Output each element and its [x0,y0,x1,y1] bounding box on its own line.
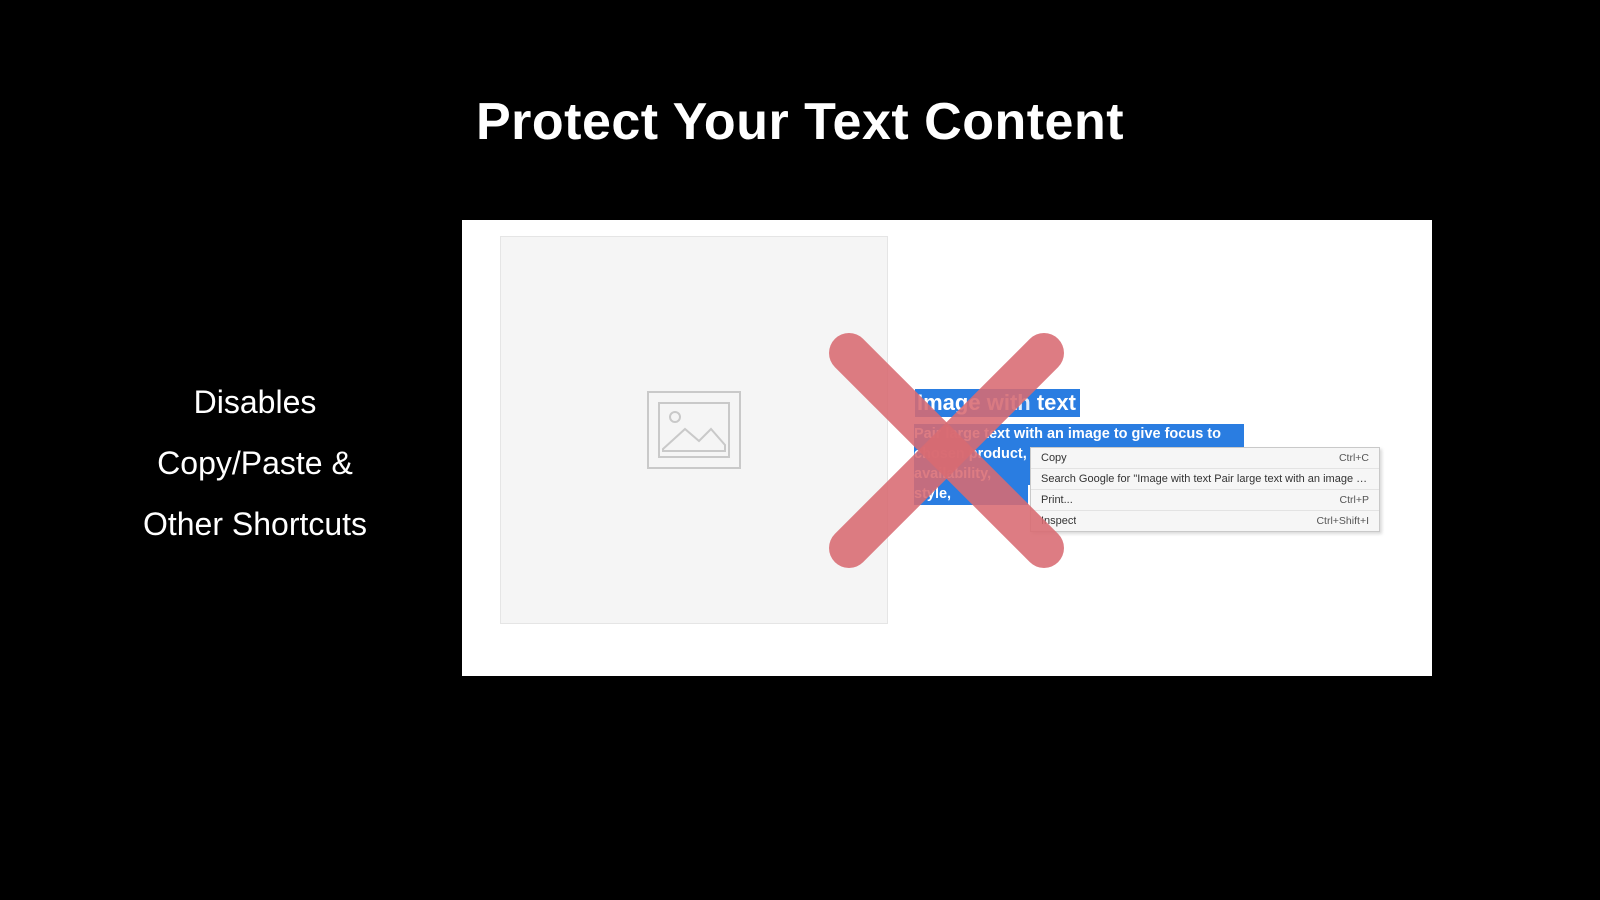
image-placeholder [500,236,888,624]
context-menu-item-search[interactable]: Search Google for "Image with text Pair … [1031,469,1379,490]
context-menu-item-copy[interactable]: Copy Ctrl+C [1031,448,1379,469]
context-menu-shortcut: Ctrl+C [1339,452,1369,464]
subtext-line: Disables [105,372,405,433]
context-menu-shortcut: Ctrl+Shift+I [1316,515,1369,527]
feature-description: Disables Copy/Paste & Other Shortcuts [105,372,405,554]
context-menu-label: Search Google for "Image with text Pair … [1041,473,1369,485]
context-menu-label: Copy [1041,452,1067,464]
context-menu-item-print[interactable]: Print... Ctrl+P [1031,490,1379,511]
selected-heading-part: with [987,390,1031,415]
selected-text-line: availability, style, [914,464,1028,505]
context-menu-label: Inspect [1041,515,1076,527]
selected-heading-part: text [1037,390,1076,415]
context-menu-item-inspect[interactable]: Inspect Ctrl+Shift+I [1031,511,1379,531]
context-menu-shortcut: Ctrl+P [1340,494,1369,506]
page-title: Protect Your Text Content [0,92,1600,152]
selected-heading-part: Image [917,390,981,415]
selected-heading: Image with text [915,389,1080,417]
image-placeholder-icon [647,391,741,469]
subtext-line: Other Shortcuts [105,494,405,555]
context-menu: Copy Ctrl+C Search Google for "Image wit… [1030,447,1380,532]
screenshot-panel: Image with text Pair large text with an … [462,220,1432,676]
subtext-line: Copy/Paste & [105,433,405,494]
context-menu-label: Print... [1041,494,1073,506]
